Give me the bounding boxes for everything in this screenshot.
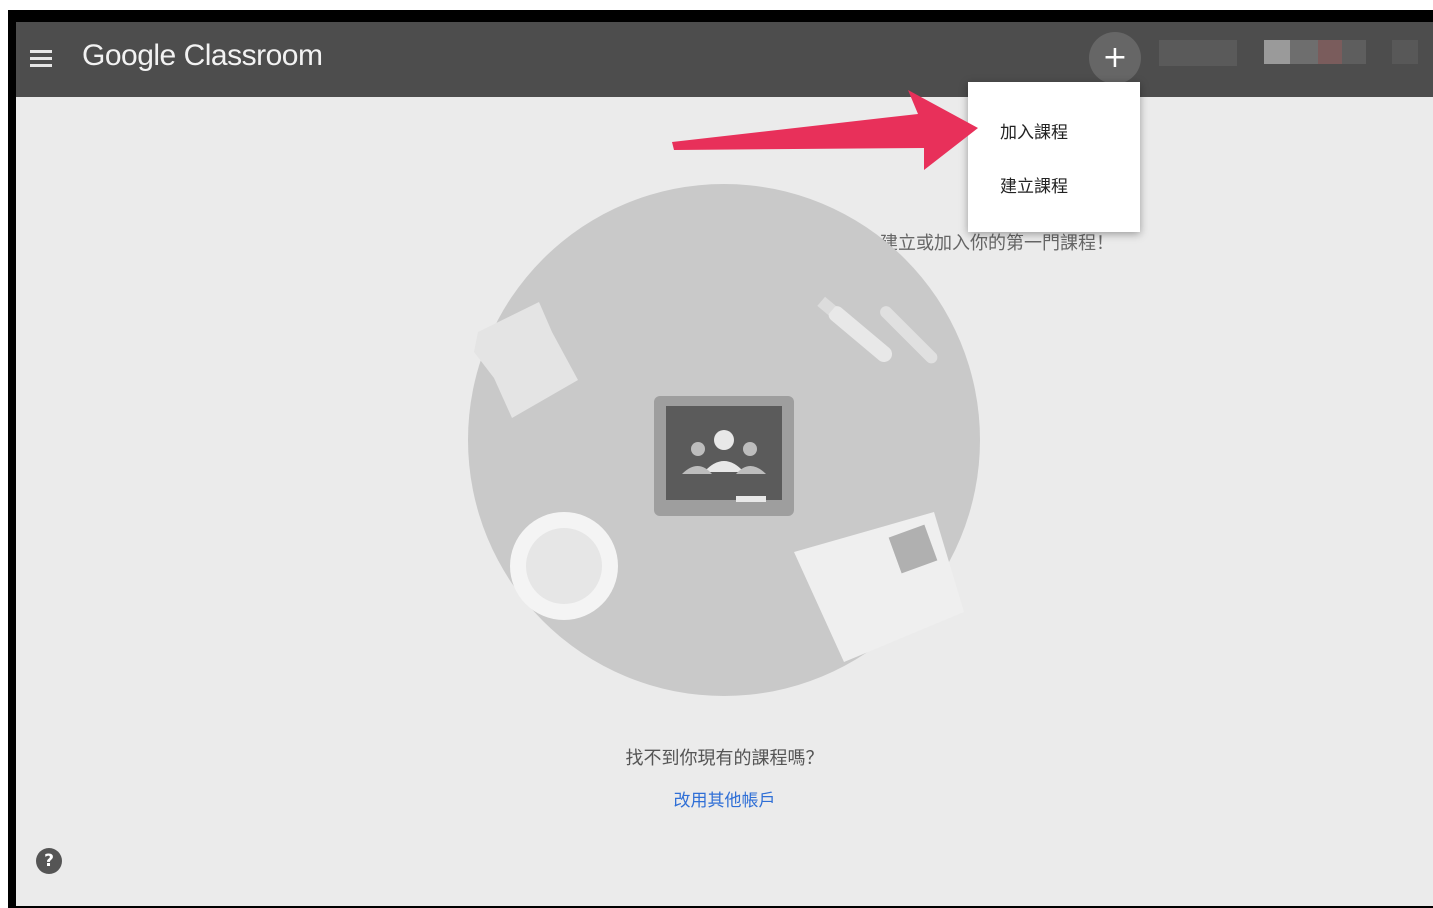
redacted-avatar-part xyxy=(1318,40,1342,64)
redacted-avatar-part xyxy=(1264,40,1290,64)
hamburger-menu-icon[interactable] xyxy=(28,44,56,74)
cant-find-classes-text: 找不到你現有的課程嗎？ xyxy=(625,748,824,769)
redacted-avatar-part xyxy=(1290,40,1318,64)
app-title: Google Classroom xyxy=(82,39,323,72)
red-arrow-annotation xyxy=(672,90,978,170)
top-app-bar: Google Classroom + xyxy=(16,22,1433,97)
classroom-page: Google Classroom + 建立或加入你的第一門課程！ 加入課程 建立… xyxy=(16,22,1433,906)
create-class-menu-item[interactable]: 建立課程 xyxy=(1000,172,1068,197)
add-class-button[interactable]: + xyxy=(1089,32,1141,84)
add-class-menu: 加入課程 建立課程 xyxy=(968,82,1140,232)
redacted-avatar-part xyxy=(1342,40,1366,64)
switch-account-link[interactable]: 改用其他帳戶 xyxy=(16,786,1433,811)
empty-classroom-illustration xyxy=(468,184,980,696)
redacted-account-avatar[interactable] xyxy=(1392,40,1418,64)
join-class-menu-item[interactable]: 加入課程 xyxy=(1000,118,1068,143)
help-circle-icon[interactable]: ? xyxy=(36,848,62,874)
plus-icon: + xyxy=(1102,40,1128,75)
redacted-account-info xyxy=(1159,40,1237,66)
